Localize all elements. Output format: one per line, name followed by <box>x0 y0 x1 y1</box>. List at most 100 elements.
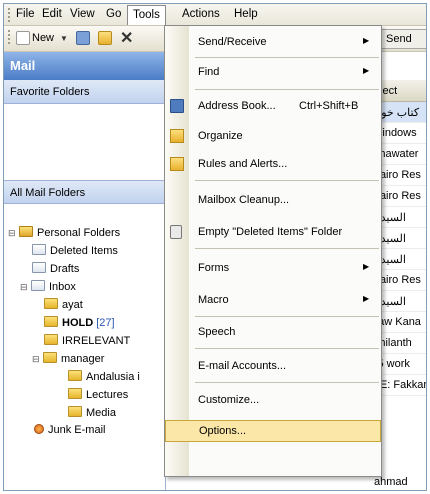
menu-item-label: Find <box>198 66 220 78</box>
folder-irrelevant[interactable]: IRRELEVANT <box>44 334 130 350</box>
folder-label: Inbox <box>49 281 76 293</box>
new-button[interactable]: New <box>32 32 54 44</box>
folder-label: Personal Folders <box>37 227 121 239</box>
navigation-pane-title: Mail <box>4 52 166 80</box>
inbox-icon <box>31 280 45 291</box>
unread-count: [27] <box>96 317 115 329</box>
folder-manager[interactable]: ⊟ manager <box>32 352 104 368</box>
folder-label: HOLD <box>62 317 94 329</box>
submenu-arrow-icon: ▶ <box>363 262 370 271</box>
send-receive-label: Send <box>386 33 412 45</box>
submenu-arrow-icon: ▶ <box>363 294 370 303</box>
menu-grip[interactable] <box>8 8 11 22</box>
folder-ayat[interactable]: ayat <box>44 298 83 314</box>
drafts-icon <box>32 262 46 273</box>
menu-item-mailbox-cleanup[interactable]: Mailbox Cleanup... <box>165 190 381 210</box>
menu-separator <box>195 180 379 181</box>
menu-item-label: Speech <box>198 326 236 338</box>
personal-folders-icon <box>19 226 33 237</box>
folder-icon <box>68 388 82 399</box>
folder-label: ayat <box>62 299 83 311</box>
folder-drafts[interactable]: Drafts <box>32 262 79 278</box>
folder-junk-email[interactable]: Junk E-mail <box>34 424 105 440</box>
menu-item-customize[interactable]: Customize... <box>165 390 381 410</box>
menu-tools[interactable]: Tools <box>127 5 166 25</box>
menu-separator <box>195 348 379 349</box>
menu-item-email-accounts[interactable]: E-mail Accounts... <box>165 356 381 376</box>
folder-label: Drafts <box>50 263 80 275</box>
folder-label: Junk E-mail <box>48 424 106 436</box>
menu-item-label: E-mail Accounts... <box>198 360 287 372</box>
menu-separator <box>195 382 379 383</box>
submenu-arrow-icon: ▶ <box>363 36 370 45</box>
folder-hold[interactable]: HOLD [27] <box>44 316 115 332</box>
menu-item-label: Organize <box>198 130 243 142</box>
menu-item-label: Forms <box>198 262 230 274</box>
menu-item-label: Empty "Deleted Items" Folder <box>198 226 343 238</box>
menu-separator <box>195 248 379 249</box>
menu-item-label: Address Book... <box>198 100 276 112</box>
menu-actions[interactable]: Actions <box>182 8 220 20</box>
menu-item-organize[interactable]: Organize <box>165 126 381 146</box>
tools-menu: Send/Receive ▶ Find ▶ Address Book... Ct… <box>164 25 382 477</box>
folder-icon <box>68 406 82 417</box>
folder-label: Lectures <box>86 389 129 401</box>
menu-item-empty-deleted-items[interactable]: Empty "Deleted Items" Folder <box>165 222 381 242</box>
favorite-folders-header[interactable]: Favorite Folders <box>4 80 166 104</box>
menu-item-find[interactable]: Find ▶ <box>165 62 381 82</box>
menu-separator <box>195 89 379 90</box>
folder-andalusia[interactable]: Andalusia i <box>68 370 140 386</box>
all-mail-folders-header[interactable]: All Mail Folders <box>4 180 166 204</box>
menu-item-rules-and-alerts[interactable]: Rules and Alerts... <box>165 154 381 174</box>
menu-item-address-book[interactable]: Address Book... Ctrl+Shift+B <box>165 96 381 116</box>
menu-item-forms[interactable]: Forms ▶ <box>165 258 381 278</box>
folder-label: IRRELEVANT <box>62 335 131 347</box>
menu-view[interactable]: View <box>70 8 95 20</box>
collapse-icon[interactable]: ⊟ <box>20 282 29 293</box>
folder-media[interactable]: Media <box>68 406 116 422</box>
menu-item-label: Rules and Alerts... <box>198 158 288 170</box>
menu-item-label: Mailbox Cleanup... <box>198 194 290 206</box>
collapse-icon[interactable]: ⊟ <box>8 228 17 239</box>
menu-bar: File Edit View Go Tools Actions Help <box>4 4 426 26</box>
folder-icon <box>68 370 82 381</box>
outlook-window: File Edit View Go Tools Actions Help New… <box>3 3 427 491</box>
folder-label: Deleted Items <box>50 245 118 257</box>
menu-separator <box>195 57 379 58</box>
menu-item-label: Send/Receive <box>198 36 267 48</box>
menu-item-speech[interactable]: Speech <box>165 322 381 342</box>
menu-go[interactable]: Go <box>106 8 121 20</box>
menu-item-shortcut: Ctrl+Shift+B <box>299 100 359 112</box>
submenu-arrow-icon: ▶ <box>363 66 370 75</box>
menu-item-label: Customize... <box>198 394 260 406</box>
folder-deleted-items[interactable]: Deleted Items <box>32 244 118 260</box>
rules-and-alerts-icon <box>170 157 184 171</box>
menu-file[interactable]: File <box>16 8 35 20</box>
folder-icon <box>44 334 58 345</box>
delete-icon[interactable]: ✕ <box>120 28 133 48</box>
folder-label: manager <box>61 353 105 365</box>
folder-label: Andalusia i <box>86 371 140 383</box>
menu-item-macro[interactable]: Macro ▶ <box>165 290 381 310</box>
menu-item-send-receive[interactable]: Send/Receive ▶ <box>165 32 381 52</box>
folder-personal-folders[interactable]: ⊟ Personal Folders <box>8 226 120 242</box>
collapse-icon[interactable]: ⊟ <box>32 354 41 365</box>
new-dropdown-arrow-icon[interactable]: ▼ <box>60 34 68 43</box>
menu-item-label: Options... <box>199 425 247 437</box>
folder-icon <box>43 352 57 363</box>
folder-inbox[interactable]: ⊟ Inbox <box>20 280 76 296</box>
navigation-pane: Favorite Folders All Mail Folders ⊟ Perso… <box>4 80 166 490</box>
menu-item-label: Macro <box>198 294 229 306</box>
menu-help[interactable]: Help <box>234 8 258 20</box>
move-to-folder-icon[interactable] <box>98 31 112 45</box>
toolbar-grip[interactable] <box>8 30 11 44</box>
menu-item-options[interactable]: Options... <box>165 420 381 442</box>
empty-deleted-items-icon <box>170 225 182 239</box>
folder-lectures[interactable]: Lectures <box>68 388 128 404</box>
menu-edit[interactable]: Edit <box>42 8 62 20</box>
folder-icon <box>44 316 58 327</box>
new-mail-icon <box>16 31 30 45</box>
print-icon[interactable] <box>76 31 90 45</box>
address-book-icon <box>170 99 184 113</box>
folder-icon <box>44 298 58 309</box>
